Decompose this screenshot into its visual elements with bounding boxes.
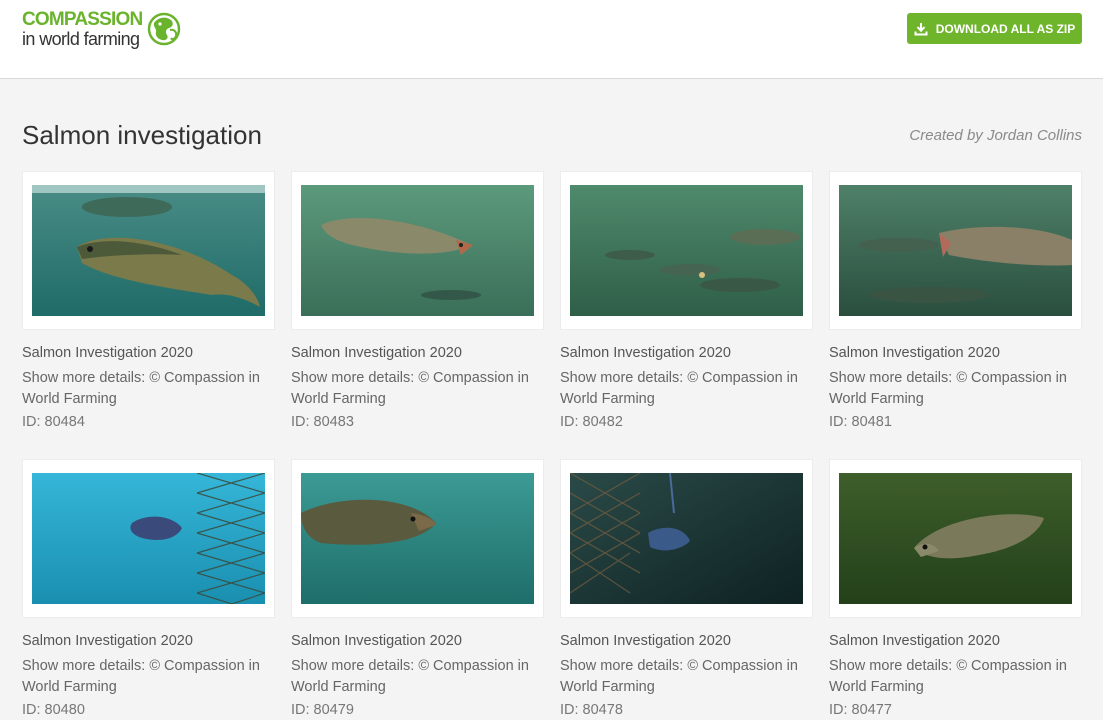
salmon-photo-thumbnail[interactable] (32, 473, 265, 604)
media-card: Salmon Investigation 2020 Show more deta… (829, 459, 1082, 719)
show-more-details-link[interactable]: Show more details: © Compassion in World… (829, 368, 1082, 410)
media-card: Salmon Investigation 2020 Show more deta… (560, 171, 813, 431)
compassion-logo[interactable]: COMPASSION in world farming (22, 10, 184, 53)
created-by: Created by Jordan Collins (909, 127, 1082, 144)
item-id: ID: 80483 (291, 414, 354, 430)
item-title: Salmon Investigation 2020 (291, 345, 462, 361)
thumbnail-frame[interactable] (22, 171, 275, 330)
salmon-photo-thumbnail[interactable] (301, 473, 534, 604)
thumbnail-frame[interactable] (291, 171, 544, 330)
thumbnail-frame[interactable] (829, 459, 1082, 618)
item-id: ID: 80484 (22, 414, 85, 430)
item-id: ID: 80478 (560, 702, 623, 718)
show-more-details-link[interactable]: Show more details: © Compassion in World… (560, 656, 813, 698)
collection-header: Salmon investigation Created by Jordan C… (22, 118, 1082, 154)
media-card: Salmon Investigation 2020 Show more deta… (22, 171, 275, 431)
item-id: ID: 80482 (560, 414, 623, 430)
salmon-photo-thumbnail[interactable] (839, 473, 1072, 604)
item-id: ID: 80481 (829, 414, 892, 430)
item-id: ID: 80480 (22, 702, 85, 718)
item-title: Salmon Investigation 2020 (560, 633, 731, 649)
item-id: ID: 80479 (291, 702, 354, 718)
item-title: Salmon Investigation 2020 (22, 345, 193, 361)
salmon-photo-thumbnail[interactable] (570, 185, 803, 316)
show-more-details-link[interactable]: Show more details: © Compassion in World… (291, 368, 544, 410)
item-title: Salmon Investigation 2020 (22, 633, 193, 649)
salmon-photo-thumbnail[interactable] (301, 185, 534, 316)
logo-line-2: in world farming (22, 29, 140, 49)
salmon-photo-thumbnail[interactable] (32, 185, 265, 316)
show-more-details-link[interactable]: Show more details: © Compassion in World… (22, 656, 275, 698)
media-card: Salmon Investigation 2020 Show more deta… (291, 459, 544, 719)
item-title: Salmon Investigation 2020 (829, 633, 1000, 649)
item-title: Salmon Investigation 2020 (829, 345, 1000, 361)
download-all-zip-button[interactable]: DOWNLOAD ALL AS ZIP (907, 13, 1082, 44)
show-more-details-link[interactable]: Show more details: © Compassion in World… (829, 656, 1082, 698)
thumbnail-frame[interactable] (829, 171, 1082, 330)
logo-text: COMPASSION in world farming (22, 9, 143, 49)
salmon-photo-thumbnail[interactable] (570, 473, 803, 604)
show-more-details-link[interactable]: Show more details: © Compassion in World… (291, 656, 544, 698)
page-title: Salmon investigation (22, 120, 262, 150)
item-title: Salmon Investigation 2020 (291, 633, 462, 649)
show-more-details-link[interactable]: Show more details: © Compassion in World… (22, 368, 275, 410)
thumbnail-frame[interactable] (22, 459, 275, 618)
media-card: Salmon Investigation 2020 Show more deta… (829, 171, 1082, 431)
item-id: ID: 80477 (829, 702, 892, 718)
download-all-zip-label: DOWNLOAD ALL AS ZIP (935, 21, 1076, 36)
logo-line-1: COMPASSION (22, 9, 143, 30)
media-card: Salmon Investigation 2020 Show more deta… (22, 459, 275, 719)
thumbnail-frame[interactable] (291, 459, 544, 618)
media-card: Salmon Investigation 2020 Show more deta… (560, 459, 813, 719)
download-icon (914, 22, 928, 36)
media-card: Salmon Investigation 2020 Show more deta… (291, 171, 544, 431)
thumbnail-frame[interactable] (560, 459, 813, 618)
thumbnail-frame[interactable] (560, 171, 813, 330)
globe-animals-icon (144, 10, 184, 53)
salmon-photo-thumbnail[interactable] (839, 185, 1072, 316)
item-title: Salmon Investigation 2020 (560, 345, 731, 361)
show-more-details-link[interactable]: Show more details: © Compassion in World… (560, 368, 813, 410)
top-bar: COMPASSION in world farming DOWNLOAD ALL… (0, 0, 1103, 79)
